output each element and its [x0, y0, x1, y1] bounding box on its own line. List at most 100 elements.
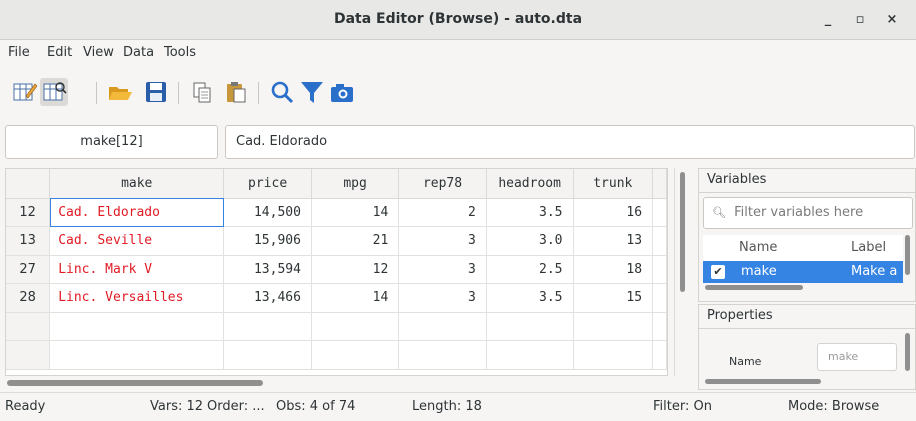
- table-row: 12 Cad. Eldorado 14,500 14 2 3.5 16: [6, 198, 667, 227]
- toolbar-separator: [178, 82, 179, 104]
- scrollbar-thumb[interactable]: [680, 172, 685, 292]
- menu-view[interactable]: View: [83, 45, 114, 60]
- cell-make[interactable]: Cad. Seville: [49, 226, 225, 256]
- property-name-value[interactable]: make: [817, 343, 897, 371]
- column-header-rep78[interactable]: rep78: [398, 169, 487, 199]
- table-row: 13 Cad. Seville 15,906 21 3 3.0 13: [6, 226, 667, 256]
- status-order: Order: ...: [207, 399, 265, 414]
- variables-panel: Variables 🔍︎ Filter variables here Name …: [698, 168, 916, 302]
- column-header-mpg[interactable]: mpg: [311, 169, 400, 199]
- cell-price[interactable]: 14,500: [223, 198, 312, 227]
- menu-file[interactable]: File: [8, 45, 30, 60]
- column-header-name[interactable]: Name: [739, 240, 777, 255]
- search-icon[interactable]: [268, 78, 296, 106]
- column-header-trunk[interactable]: trunk: [573, 169, 654, 199]
- cell-headroom[interactable]: 2.5: [486, 255, 574, 284]
- cell-reference-field: make[12]: [5, 125, 218, 159]
- browse-mode-icon[interactable]: [40, 78, 68, 106]
- cell-rep78[interactable]: 3: [398, 283, 487, 313]
- variables-panel-title: Variables: [699, 169, 915, 193]
- copy-icon[interactable]: [188, 78, 216, 106]
- toolbar-separator: [96, 82, 97, 104]
- column-header-empty: [652, 169, 667, 199]
- cell-mpg[interactable]: 12: [311, 255, 400, 284]
- cell-headroom[interactable]: 3.5: [486, 198, 574, 227]
- empty-row: [6, 312, 667, 341]
- variable-name: make: [741, 264, 777, 279]
- window-title: Data Editor (Browse) - auto.dta: [333, 11, 583, 27]
- status-vars: Vars: 12: [150, 399, 204, 414]
- properties-vscroll-thumb[interactable]: [905, 333, 910, 371]
- cell-make[interactable]: Linc. Versailles: [49, 283, 225, 313]
- cell-trunk[interactable]: 18: [573, 255, 654, 284]
- column-header-label[interactable]: Label: [851, 240, 886, 255]
- column-header-price[interactable]: price: [223, 169, 312, 199]
- maximize-button[interactable]: ▫: [850, 10, 870, 30]
- grid-vertical-scrollbar[interactable]: [674, 168, 690, 376]
- cell-headroom[interactable]: 3.0: [486, 226, 574, 256]
- table-row: 28 Linc. Versailles 13,466 14 3 3.5 15: [6, 283, 667, 313]
- cell-price[interactable]: 13,594: [223, 255, 312, 284]
- row-number[interactable]: 28: [6, 283, 51, 313]
- menu-edit[interactable]: Edit: [47, 45, 72, 60]
- properties-panel-title: Properties: [699, 305, 915, 329]
- empty-cell: [652, 255, 667, 284]
- row-number[interactable]: 27: [6, 255, 51, 284]
- variables-header: Name Label: [703, 235, 903, 261]
- cell-mpg[interactable]: 21: [311, 226, 400, 256]
- menu-tools[interactable]: Tools: [164, 45, 196, 60]
- search-icon: 🔍︎: [712, 206, 726, 219]
- cell-make[interactable]: Linc. Mark V: [49, 255, 225, 284]
- paste-icon[interactable]: [222, 78, 250, 106]
- grid-horizontal-scrollbar[interactable]: [5, 376, 690, 390]
- cell-trunk[interactable]: 13: [573, 226, 654, 256]
- data-grid: make price mpg rep78 headroom trunk 12 C…: [5, 168, 668, 376]
- save-icon[interactable]: [142, 78, 170, 106]
- cell-rep78[interactable]: 3: [398, 255, 487, 284]
- cell-trunk[interactable]: 15: [573, 283, 654, 313]
- properties-hscroll-thumb[interactable]: [705, 379, 821, 384]
- filter-icon[interactable]: [298, 78, 326, 106]
- table-row: 27 Linc. Mark V 13,594 12 3 2.5 18: [6, 255, 667, 284]
- title-bar: Data Editor (Browse) - auto.dta _ ▫ ×: [0, 0, 916, 40]
- cell-price[interactable]: 13,466: [223, 283, 312, 313]
- variables-hscroll-thumb[interactable]: [705, 285, 803, 290]
- column-header-headroom[interactable]: headroom: [486, 169, 574, 199]
- status-bar: Ready Vars: 12 Order: ... Obs: 4 of 74 L…: [0, 392, 916, 421]
- property-name-label: Name: [729, 355, 762, 368]
- cell-rep78[interactable]: 2: [398, 198, 487, 227]
- cell-price[interactable]: 15,906: [223, 226, 312, 256]
- snapshot-camera-icon[interactable]: [328, 78, 356, 106]
- checkbox-checked-icon[interactable]: ✔: [711, 265, 725, 279]
- cell-headroom[interactable]: 3.5: [486, 283, 574, 313]
- toolbar: [0, 66, 916, 116]
- status-length: Length: 18: [412, 399, 482, 414]
- toolbar-separator: [258, 82, 259, 104]
- close-button[interactable]: ×: [882, 10, 902, 30]
- empty-row: [6, 340, 667, 370]
- cell-value-input[interactable]: Cad. Eldorado: [225, 125, 915, 159]
- row-number-header: [6, 169, 51, 199]
- empty-cell: [652, 226, 667, 256]
- open-folder-icon[interactable]: [106, 78, 134, 106]
- status-obs: Obs: 4 of 74: [276, 399, 356, 414]
- cell-mpg[interactable]: 14: [311, 283, 400, 313]
- edit-mode-icon[interactable]: [10, 78, 38, 106]
- row-number[interactable]: 12: [6, 198, 51, 227]
- menu-data[interactable]: Data: [123, 45, 154, 60]
- column-header-make[interactable]: make: [49, 169, 225, 199]
- variable-row-make[interactable]: ✔ make Make a: [703, 261, 903, 283]
- scrollbar-thumb[interactable]: [7, 380, 263, 386]
- cell-make[interactable]: Cad. Eldorado: [49, 198, 225, 227]
- menu-bar: File Edit View Data Tools: [0, 40, 916, 66]
- filter-variables-input[interactable]: 🔍︎ Filter variables here: [703, 197, 913, 229]
- status-ready: Ready: [5, 399, 46, 414]
- minimize-button[interactable]: _: [818, 10, 838, 30]
- row-number[interactable]: 13: [6, 226, 51, 256]
- variables-vscroll-thumb[interactable]: [905, 235, 910, 275]
- cell-rep78[interactable]: 3: [398, 226, 487, 256]
- cell-mpg[interactable]: 14: [311, 198, 400, 227]
- status-filter: Filter: On: [653, 399, 712, 414]
- properties-panel: Properties Name make: [698, 304, 916, 390]
- cell-trunk[interactable]: 16: [573, 198, 654, 227]
